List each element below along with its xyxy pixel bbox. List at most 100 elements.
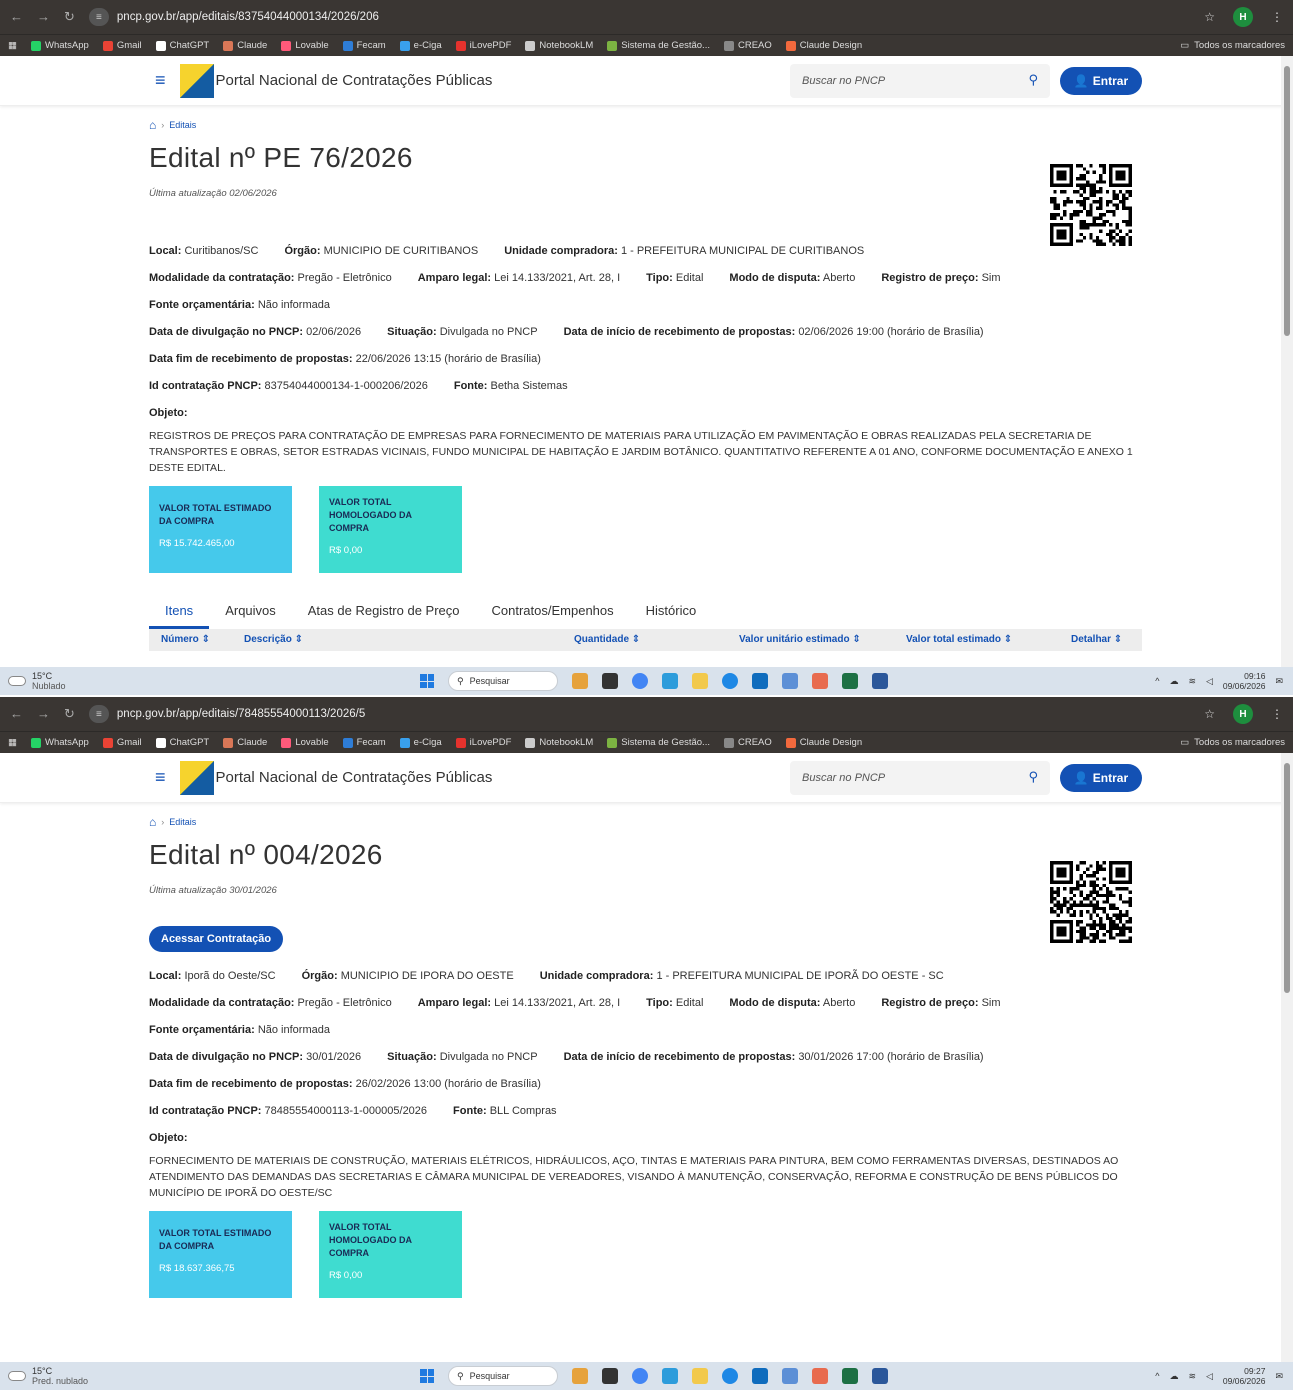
bookmark-eciga[interactable]: e-Ciga [399,40,442,51]
profile-avatar[interactable]: H [1233,704,1253,724]
bookmark-whatsapp[interactable]: WhatsApp [30,737,89,748]
col-valor-unitario[interactable]: Valor unitário estimado ⇕ [739,634,861,645]
app-icon-calendar[interactable] [752,1368,768,1384]
all-bookmarks[interactable]: ▭ Todos os marcadores [1180,40,1285,51]
bookmark-gmail[interactable]: Gmail [102,40,142,51]
access-contract-button[interactable]: Acessar Contratação [149,926,284,952]
word-icon[interactable] [872,673,888,689]
app-icon-store[interactable] [662,673,678,689]
tab-itens[interactable]: Itens [149,599,210,629]
col-valor-total[interactable]: Valor total estimado ⇕ [906,634,1012,645]
bookmark-creao[interactable]: CREAO [723,737,772,748]
menu-icon[interactable]: ⋮ [1271,10,1283,24]
bookmark-fecam[interactable]: Fecam [342,40,386,51]
login-button[interactable]: 👤 Entrar [1060,764,1142,792]
weather-widget[interactable]: 15°C Nublado [8,671,408,691]
apps-icon[interactable]: ▦ [8,737,17,748]
pncp-logo[interactable] [179,760,214,795]
tab-historico[interactable]: Histórico [630,599,713,629]
bookmark-sistema-gestao[interactable]: Sistema de Gestão... [607,737,710,748]
tab-arquivos[interactable]: Arquivos [209,599,292,629]
bookmark-lovable[interactable]: Lovable [281,737,329,748]
hamburger-menu-icon[interactable]: ≡ [155,767,166,788]
app-icon-photos[interactable] [782,673,798,689]
app-icon-photos[interactable] [782,1368,798,1384]
scroll-thumb[interactable] [1284,763,1290,993]
home-icon[interactable]: ⌂ [149,118,156,132]
app-icon-store[interactable] [662,1368,678,1384]
volume-icon[interactable]: ◁ [1206,676,1213,687]
login-button[interactable]: 👤 Entrar [1060,67,1142,95]
menu-icon[interactable]: ⋮ [1271,707,1283,721]
back-icon[interactable]: ← [10,706,23,722]
col-numero[interactable]: Número ⇕ [161,634,210,645]
site-info-icon[interactable]: ≡ [88,8,109,26]
edge-icon[interactable] [722,1368,738,1384]
site-info-icon[interactable]: ≡ [88,705,109,723]
address-bar[interactable]: ≡ pncp.gov.br/app/editais/83754044000134… [88,8,1204,26]
app-icon-widgets[interactable] [572,1368,588,1384]
wifi-icon[interactable]: ≋ [1188,1371,1196,1382]
scrollbar[interactable] [1281,56,1293,669]
cloud-sync-icon[interactable]: ☁ [1169,1371,1178,1382]
reload-icon[interactable]: ↻ [64,706,75,722]
file-explorer-icon[interactable] [692,1368,708,1384]
col-quantidade[interactable]: Quantidade ⇕ [574,634,640,645]
bookmark-ilovepdf[interactable]: iLovePDF [455,40,511,51]
scroll-thumb[interactable] [1284,66,1290,336]
taskbar-search[interactable]: ⚲ Pesquisar [448,1366,558,1386]
bookmark-claude[interactable]: Claude [223,737,267,748]
pncp-logo[interactable] [179,63,214,98]
all-bookmarks[interactable]: ▭ Todos os marcadores [1180,737,1285,748]
chevron-up-icon[interactable]: ^ [1155,676,1159,686]
file-explorer-icon[interactable] [692,673,708,689]
app-icon-taskview[interactable] [602,673,618,689]
star-icon[interactable]: ☆ [1204,707,1215,721]
volume-icon[interactable]: ◁ [1206,1371,1213,1382]
tab-atas[interactable]: Atas de Registro de Preço [292,599,476,629]
clock[interactable]: 09:27 09/06/2026 [1223,1366,1266,1386]
profile-avatar[interactable]: H [1233,7,1253,27]
hamburger-menu-icon[interactable]: ≡ [155,70,166,91]
excel-icon[interactable] [842,1368,858,1384]
portal-title[interactable]: Portal Nacional de Contratações Públicas [216,769,493,786]
forward-icon[interactable]: → [37,706,50,722]
search-icon[interactable]: ⚲ [1028,769,1038,785]
breadcrumb-editais[interactable]: Editais [169,120,196,130]
bookmark-fecam[interactable]: Fecam [342,737,386,748]
taskbar-search[interactable]: ⚲ Pesquisar [448,671,558,691]
back-icon[interactable]: ← [10,9,23,25]
chevron-up-icon[interactable]: ^ [1155,1371,1159,1381]
col-descricao[interactable]: Descrição ⇕ [244,634,303,645]
forward-icon[interactable]: → [37,9,50,25]
windows-start-icon[interactable] [420,1369,434,1383]
bookmark-chatgpt[interactable]: ChatGPT [155,737,209,748]
bookmark-whatsapp[interactable]: WhatsApp [30,40,89,51]
bookmark-claude[interactable]: Claude [223,40,267,51]
notification-icon[interactable]: ✉ [1275,1371,1283,1382]
bookmark-claude-design[interactable]: Claude Design [785,737,862,748]
tab-contratos[interactable]: Contratos/Empenhos [476,599,630,629]
address-bar[interactable]: ≡ pncp.gov.br/app/editais/78485554000113… [88,705,1204,723]
cloud-sync-icon[interactable]: ☁ [1169,676,1178,687]
chrome-icon[interactable] [632,1368,648,1384]
home-icon[interactable]: ⌂ [149,815,156,829]
bookmark-claude-design[interactable]: Claude Design [785,40,862,51]
app-icon-taskview[interactable] [602,1368,618,1384]
reload-icon[interactable]: ↻ [64,9,75,25]
col-detalhar[interactable]: Detalhar ⇕ [1071,634,1122,645]
search-input[interactable]: Buscar no PNCP ⚲ [790,761,1050,795]
bookmark-lovable[interactable]: Lovable [281,40,329,51]
notification-icon[interactable]: ✉ [1275,676,1283,687]
app-icon-claude[interactable] [812,673,828,689]
star-icon[interactable]: ☆ [1204,10,1215,24]
search-icon[interactable]: ⚲ [1028,72,1038,88]
bookmark-eciga[interactable]: e-Ciga [399,737,442,748]
bookmark-notebooklm[interactable]: NotebookLM [525,40,593,51]
bookmark-gmail[interactable]: Gmail [102,737,142,748]
wifi-icon[interactable]: ≋ [1188,676,1196,687]
excel-icon[interactable] [842,673,858,689]
app-icon-calendar[interactable] [752,673,768,689]
clock[interactable]: 09:16 09/06/2026 [1223,671,1266,691]
app-icon-claude[interactable] [812,1368,828,1384]
